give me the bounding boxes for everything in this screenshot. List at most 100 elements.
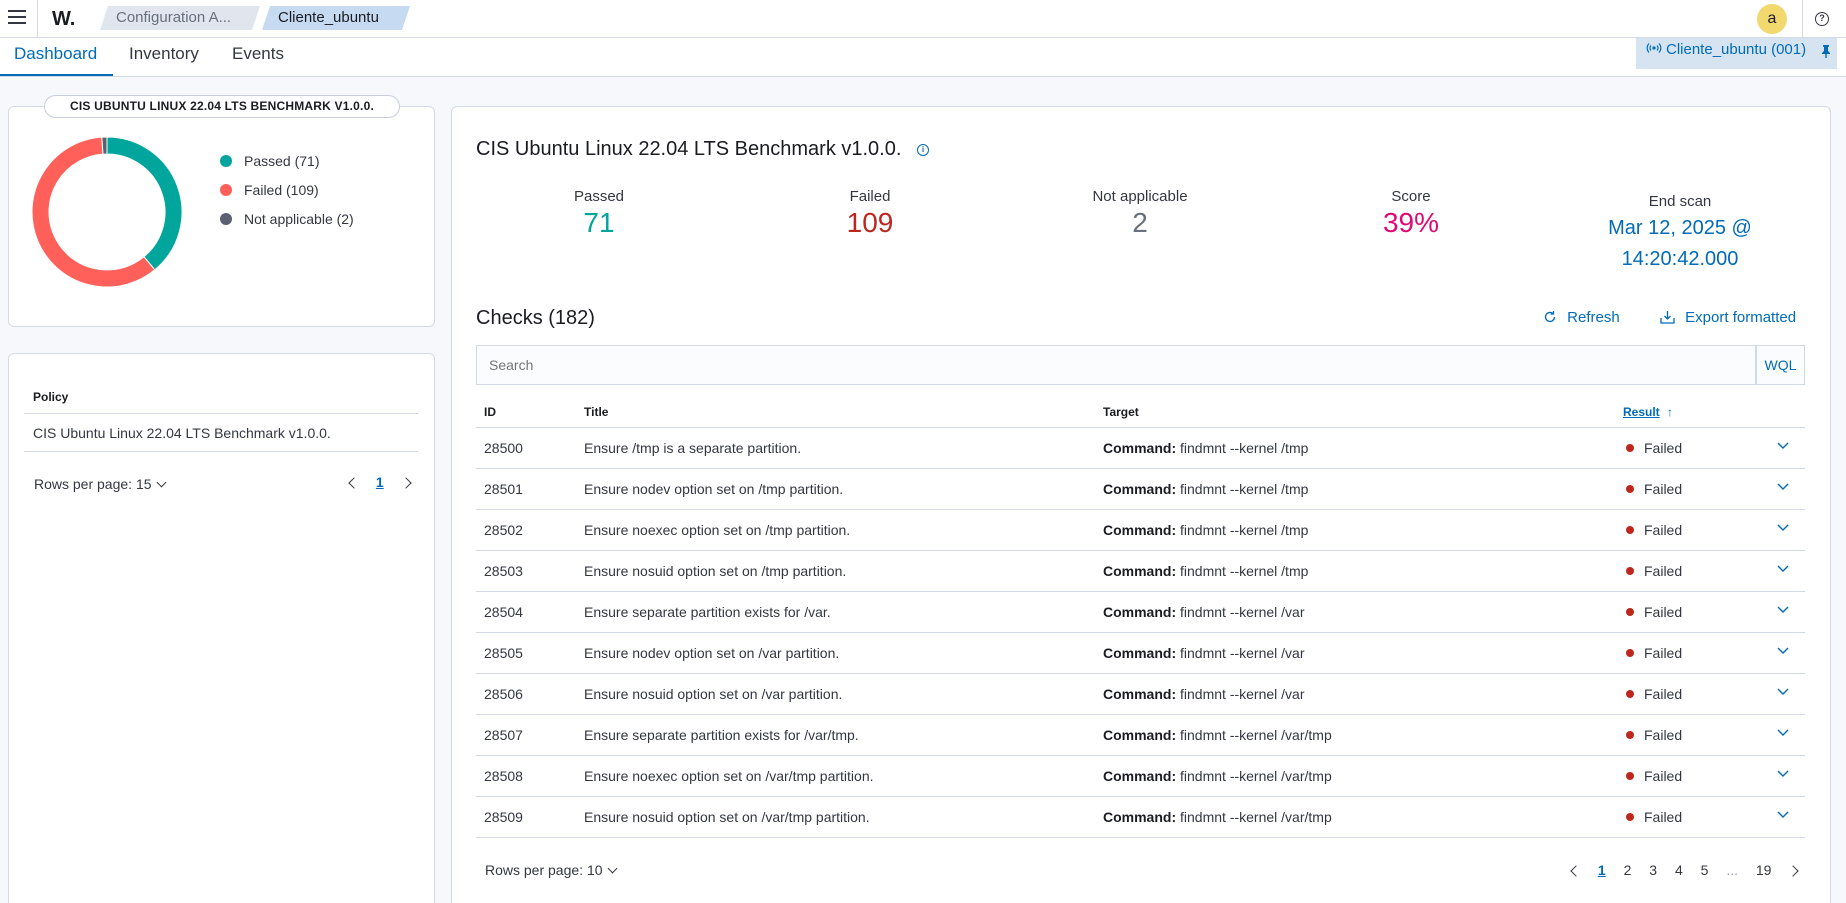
avatar[interactable]: a (1757, 4, 1787, 34)
page-2[interactable]: 2 (1624, 862, 1632, 878)
row-title: Ensure /tmp is a separate partition. (584, 440, 802, 456)
legend-label: Not applicable (2) (244, 210, 354, 227)
stat-value: 71 (583, 207, 615, 238)
table-row[interactable]: 28506 Ensure nosuid option set on /var pa… (476, 674, 1805, 715)
row-result: Failed (1626, 809, 1682, 825)
chart-legend: Passed (71) Failed (109) Not applicable … (220, 146, 354, 233)
expand-row-icon[interactable] (1776, 807, 1790, 824)
stat-end-scan: End scan Mar 12, 2025 @ 14:20:42.000 (1580, 193, 1780, 275)
page-3[interactable]: 3 (1649, 862, 1657, 878)
failed-status-dot (1626, 526, 1634, 535)
result-label: Failed (1644, 727, 1683, 743)
expand-row-icon[interactable] (1776, 561, 1790, 578)
page-19[interactable]: 19 (1756, 862, 1772, 878)
row-target: Command: findmnt --kernel /tmp (1103, 522, 1308, 538)
policy-row[interactable]: CIS Ubuntu Linux 22.04 LTS Benchmark v1.… (33, 425, 331, 441)
donut-slice-passed[interactable] (106, 137, 182, 271)
expand-row-icon[interactable] (1776, 725, 1790, 742)
pin-icon[interactable] (1821, 42, 1831, 66)
stat-value: 109 (846, 207, 894, 238)
tab-dashboard[interactable]: Dashboard (14, 44, 97, 64)
table-row[interactable]: 28500 Ensure /tmp is a separate partition… (476, 428, 1805, 469)
checks-pagination: 1 2 3 4 5 ... 19 (1570, 862, 1811, 878)
expand-row-icon[interactable] (1776, 643, 1790, 660)
table-row[interactable]: 28507 Ensure separate partition exists fo… (476, 715, 1805, 756)
breadcrumb-configuration-assessment[interactable]: Configuration A... (100, 6, 260, 30)
active-tab-indicator (0, 74, 113, 76)
row-id: 28503 (484, 563, 523, 579)
menu-icon[interactable] (8, 10, 26, 26)
column-header-result[interactable]: Result ↑ (1623, 405, 1673, 419)
agent-selector[interactable]: Cliente_ubuntu (001) (1636, 38, 1837, 69)
expand-row-icon[interactable] (1776, 438, 1790, 455)
page-5[interactable]: 5 (1701, 862, 1709, 878)
page-4[interactable]: 4 (1675, 862, 1683, 878)
table-row[interactable]: 28509 Ensure nosuid option set on /var/tm… (476, 797, 1805, 838)
chevron-down-icon (156, 477, 166, 488)
failed-status-dot (1626, 485, 1634, 494)
info-icon[interactable]: i (917, 144, 929, 156)
donut-slice-not-applicable[interactable] (101, 137, 108, 155)
policy-pagination: 1 (348, 474, 412, 490)
row-result: Failed (1626, 645, 1682, 661)
column-header-id[interactable]: ID (484, 405, 496, 419)
top-header: W. Configuration A... Cliente_ubuntu a ? (0, 0, 1846, 38)
benchmark-badge: CIS UBUNTU LINUX 22.04 LTS BENCHMARK V1.… (44, 95, 400, 118)
wql-toggle-button[interactable]: WQL (1756, 345, 1805, 385)
table-row[interactable]: 28502 Ensure noexec option set on /tmp pa… (476, 510, 1805, 551)
table-row[interactable]: 28501 Ensure nodev option set on /tmp par… (476, 469, 1805, 510)
end-scan-time: 14:20:42.000 (1621, 248, 1739, 270)
refresh-button[interactable]: Refresh (1543, 309, 1620, 326)
help-icon[interactable]: ? (1815, 12, 1829, 26)
row-target: Command: findmnt --kernel /tmp (1103, 440, 1308, 456)
expand-row-icon[interactable] (1776, 479, 1790, 496)
expand-row-icon[interactable] (1776, 520, 1790, 537)
policy-column-header[interactable]: Policy (33, 390, 68, 404)
signal-icon (1646, 38, 1662, 62)
next-page-icon[interactable] (1787, 865, 1800, 877)
next-page-icon[interactable] (399, 477, 412, 489)
prev-page-icon[interactable] (1570, 865, 1582, 877)
table-row[interactable]: 28508 Ensure noexec option set on /var/tm… (476, 756, 1805, 797)
expand-row-icon[interactable] (1776, 602, 1790, 619)
expand-row-icon[interactable] (1776, 766, 1790, 783)
column-header-target[interactable]: Target (1103, 405, 1139, 419)
failed-status-dot (1626, 567, 1634, 576)
divider (37, 0, 38, 38)
expand-row-icon[interactable] (1776, 684, 1790, 701)
prev-page-icon[interactable] (348, 477, 360, 489)
stat-label: Passed (573, 188, 625, 205)
page-number[interactable]: 1 (376, 474, 384, 490)
legend-dot-failed (220, 183, 232, 196)
rows-per-page-selector[interactable]: Rows per page: 15 (34, 476, 166, 492)
export-formatted-button[interactable]: Export formatted (1660, 309, 1796, 326)
table-row[interactable]: 28504 Ensure separate partition exists fo… (476, 592, 1805, 633)
stat-value: Mar 12, 2025 @ 14:20:42.000 (1580, 213, 1780, 275)
tab-inventory[interactable]: Inventory (129, 44, 199, 64)
breadcrumb-agent[interactable]: Cliente_ubuntu (262, 6, 410, 30)
page-1[interactable]: 1 (1598, 862, 1606, 878)
row-result: Failed (1626, 481, 1682, 497)
target-label: Command: (1103, 481, 1177, 497)
legend-not-applicable[interactable]: Not applicable (2) (220, 204, 354, 233)
rows-per-page-selector[interactable]: Rows per page: 10 (485, 862, 617, 878)
rows-per-page-label: Rows per page: 15 (34, 476, 152, 492)
column-header-title[interactable]: Title (584, 405, 608, 419)
failed-status-dot (1626, 649, 1634, 658)
divider (24, 413, 418, 414)
app-logo[interactable]: W. (52, 8, 75, 31)
row-target: Command: findmnt --kernel /tmp (1103, 563, 1308, 579)
legend-passed[interactable]: Passed (71) (220, 146, 354, 175)
search-input[interactable] (476, 345, 1756, 385)
row-target: Command: findmnt --kernel /var/tmp (1103, 768, 1332, 784)
legend-failed[interactable]: Failed (109) (220, 175, 354, 204)
stat-label: Score (1391, 188, 1431, 205)
table-row[interactable]: 28503 Ensure nosuid option set on /tmp pa… (476, 551, 1805, 592)
row-id: 28507 (484, 727, 523, 743)
target-label: Command: (1103, 604, 1177, 620)
table-row[interactable]: 28505 Ensure nodev option set on /var par… (476, 633, 1805, 674)
tab-events[interactable]: Events (232, 44, 284, 64)
target-command: findmnt --kernel /var (1180, 604, 1305, 620)
refresh-label: Refresh (1567, 309, 1620, 326)
stat-label: End scan (1648, 193, 1712, 210)
